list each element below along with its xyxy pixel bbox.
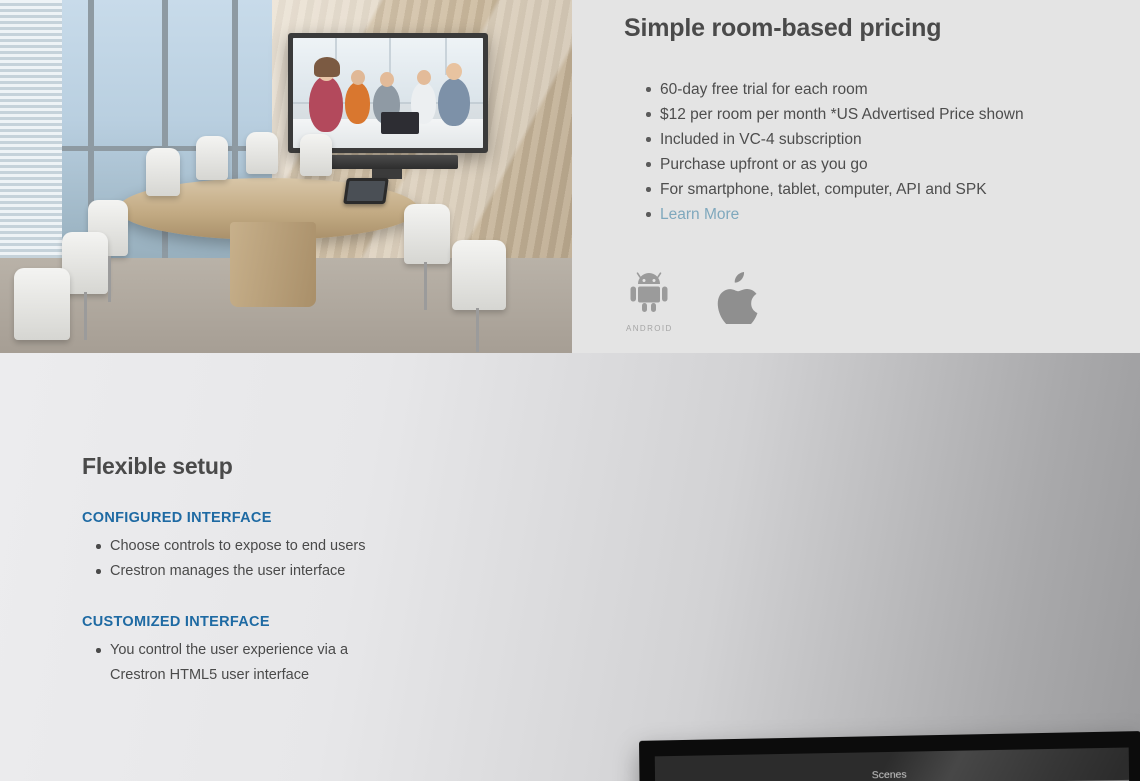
panel-bezel: 4:46 PM Room 1015 September 15th Scenes xyxy=(639,731,1140,781)
scenes-title: Scenes xyxy=(871,768,907,781)
soundbar xyxy=(316,155,458,169)
android-platform: ANDROID xyxy=(626,270,673,333)
pricing-bullet: $12 per room per month *US Advertised Pr… xyxy=(646,102,1064,127)
pricing-bullet: Purchase upfront or as you go xyxy=(646,152,1064,177)
chair xyxy=(14,268,70,340)
panel-screen[interactable]: 4:46 PM Room 1015 September 15th Scenes xyxy=(654,747,1132,781)
customized-bullet: You control the user experience via a Cr… xyxy=(96,638,400,688)
window-blinds xyxy=(0,0,62,300)
learn-more-link[interactable]: Learn More xyxy=(646,202,1064,227)
configured-bullet: Choose controls to expose to end users xyxy=(96,534,482,559)
flexible-setup-section: Flexible setup CONFIGURED INTERFACE Choo… xyxy=(0,353,1140,781)
pricing-bullet: Included in VC-4 subscription xyxy=(646,127,1064,152)
android-wordmark: ANDROID xyxy=(626,324,673,333)
apple-icon xyxy=(715,270,761,329)
apple-platform xyxy=(715,270,761,329)
pricing-title: Simple room-based pricing xyxy=(624,14,942,42)
configured-interface-heading: CONFIGURED INTERFACE xyxy=(82,510,272,526)
pricing-bullet-list: 60-day free trial for each room $12 per … xyxy=(624,77,1064,227)
touch-panel-device: 4:46 PM Room 1015 September 15th Scenes xyxy=(637,731,1140,781)
android-icon xyxy=(628,270,670,321)
learn-more-anchor[interactable]: Learn More xyxy=(660,206,739,223)
pricing-bullet: 60-day free trial for each room xyxy=(646,77,1064,102)
customized-interface-list: You control the user experience via a Cr… xyxy=(82,638,482,688)
configured-bullet: Crestron manages the user interface xyxy=(96,559,482,584)
pricing-copy: Simple room-based pricing 60-day free tr… xyxy=(624,0,1064,227)
flexible-setup-title: Flexible setup xyxy=(82,453,233,479)
chair xyxy=(146,148,180,196)
table-touch-panel xyxy=(343,178,389,204)
customized-interface-heading: CUSTOMIZED INTERFACE xyxy=(82,614,270,630)
pricing-bullet: For smartphone, tablet, computer, API an… xyxy=(646,177,1064,202)
chair xyxy=(300,134,332,176)
chair xyxy=(404,204,450,264)
platform-logos: ANDROID xyxy=(626,270,761,333)
slide-root: Simple room-based pricing 60-day free tr… xyxy=(0,0,1140,781)
chair xyxy=(246,132,278,174)
flexible-setup-copy: Flexible setup CONFIGURED INTERFACE Choo… xyxy=(82,453,482,688)
pricing-section: Simple room-based pricing 60-day free tr… xyxy=(0,0,1140,353)
configured-interface-list: Choose controls to expose to end users C… xyxy=(82,534,482,584)
chair xyxy=(196,136,228,180)
table-base xyxy=(230,222,316,307)
chair xyxy=(452,240,506,310)
conference-room-photo xyxy=(0,0,572,353)
